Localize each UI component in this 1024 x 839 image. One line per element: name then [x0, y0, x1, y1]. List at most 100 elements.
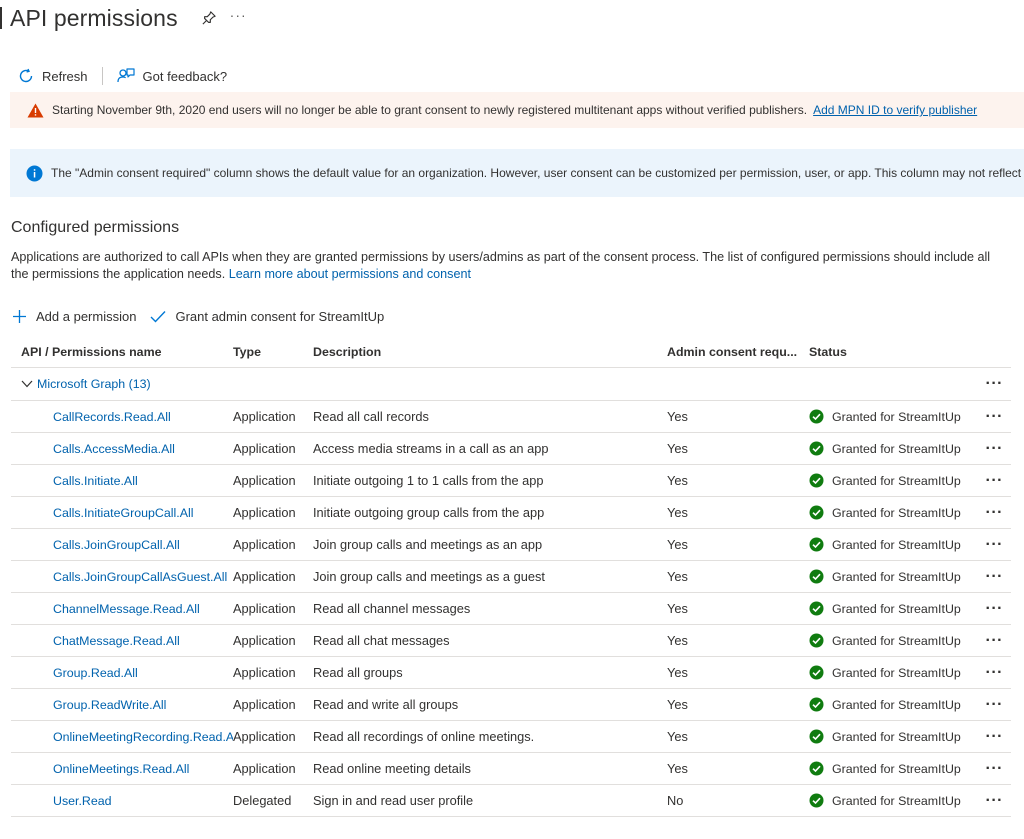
granted-check-icon — [809, 441, 824, 456]
status-cell: Granted for StreamItUp — [809, 633, 1011, 648]
admin-consent-cell: Yes — [667, 697, 688, 712]
permission-type-cell: Application — [233, 601, 296, 616]
status-text: Granted for StreamItUp — [832, 729, 961, 744]
row-more-icon[interactable]: ··· — [986, 401, 1003, 432]
grant-admin-consent-button[interactable]: Grant admin consent for StreamItUp — [150, 309, 384, 324]
row-more-icon[interactable]: ··· — [986, 561, 1003, 592]
row-more-icon[interactable]: ··· — [986, 593, 1003, 624]
row-more-icon[interactable]: ··· — [986, 465, 1003, 496]
table-row[interactable]: Calls.JoinGroupCall.All Application Join g… — [11, 529, 1011, 561]
permission-name-link[interactable]: Group.Read.All — [53, 666, 138, 680]
permission-description-cell: Sign in and read user profile — [313, 793, 474, 808]
row-more-icon[interactable]: ··· — [986, 529, 1003, 560]
col-header-status[interactable]: Status — [809, 345, 1011, 359]
status-cell: Granted for StreamItUp — [809, 729, 1011, 744]
col-header-type[interactable]: Type — [233, 345, 313, 359]
more-icon[interactable]: ··· — [230, 8, 247, 22]
grant-admin-consent-label: Grant admin consent for StreamItUp — [175, 308, 385, 324]
permission-name-cell: Calls.Initiate.All — [11, 473, 233, 488]
col-header-description[interactable]: Description — [313, 345, 667, 359]
table-row[interactable]: Calls.InitiateGroupCall.All Application In… — [11, 497, 1011, 529]
permission-type-cell: Application — [233, 409, 296, 424]
table-row[interactable]: Calls.JoinGroupCallAsGuest.All Applicatio… — [11, 561, 1011, 593]
refresh-button[interactable]: Refresh — [10, 62, 96, 90]
permission-name-link[interactable]: ChatMessage.Read.All — [53, 634, 180, 648]
table-header: API / Permissions name Type Description … — [11, 336, 1011, 368]
add-icon — [13, 309, 26, 323]
warning-icon — [27, 103, 44, 118]
permission-description-cell: Join group calls and meetings as a guest — [313, 569, 545, 584]
permission-name-link[interactable]: Calls.Initiate.All — [53, 474, 138, 488]
row-more-icon[interactable]: ··· — [986, 625, 1003, 656]
permission-name-link[interactable]: ChannelMessage.Read.All — [53, 602, 200, 616]
status-text: Granted for StreamItUp — [832, 697, 961, 712]
permission-name-link[interactable]: Calls.InitiateGroupCall.All — [53, 506, 193, 520]
pin-icon[interactable] — [200, 9, 218, 27]
title-accent — [0, 7, 2, 29]
table-row[interactable]: Group.ReadWrite.All Application Read and w… — [11, 689, 1011, 721]
row-more-icon[interactable]: ··· — [986, 657, 1003, 688]
admin-consent-cell: Yes — [667, 409, 688, 424]
permission-name-link[interactable]: OnlineMeetingRecording.Read.A — [53, 730, 233, 744]
status-text: Granted for StreamItUp — [832, 601, 961, 616]
table-body: CallRecords.Read.All Application Read all … — [11, 401, 1011, 817]
row-more-icon[interactable]: ··· — [986, 721, 1003, 752]
permission-description-cell: Initiate outgoing 1 to 1 calls from the … — [313, 473, 544, 488]
permission-type-cell: Application — [233, 761, 296, 776]
status-text: Granted for StreamItUp — [832, 569, 961, 584]
table-row[interactable]: Calls.Initiate.All Application Initiate ou… — [11, 465, 1011, 497]
status-text: Granted for StreamItUp — [832, 665, 961, 680]
permission-description-cell: Initiate outgoing group calls from the a… — [313, 505, 545, 520]
col-header-name[interactable]: API / Permissions name — [11, 345, 233, 359]
mpn-link[interactable]: Add MPN ID to verify publisher — [813, 103, 977, 117]
refresh-icon — [19, 68, 33, 83]
table-row[interactable]: CallRecords.Read.All Application Read all … — [11, 401, 1011, 433]
table-row[interactable]: OnlineMeetingRecording.Read.A Application… — [11, 721, 1011, 753]
table-row[interactable]: Calls.AccessMedia.All Application Access m… — [11, 433, 1011, 465]
add-permission-button[interactable]: Add a permission — [12, 309, 136, 324]
granted-check-icon — [809, 697, 824, 712]
permission-name-link[interactable]: CallRecords.Read.All — [53, 410, 171, 424]
permission-description-cell: Read all recordings of online meetings. — [313, 729, 535, 744]
table-row[interactable]: User.Read Delegated Sign in and read user … — [11, 785, 1011, 817]
permission-name-link[interactable]: OnlineMeetings.Read.All — [53, 762, 189, 776]
table-row[interactable]: OnlineMeetings.Read.All Application Read o… — [11, 753, 1011, 785]
permission-name-cell: Calls.JoinGroupCallAsGuest.All — [11, 569, 233, 584]
group-more-icon[interactable]: ··· — [986, 368, 1003, 400]
page-title: API permissions — [10, 4, 178, 31]
status-cell: Granted for StreamItUp — [809, 665, 1011, 680]
table-row[interactable]: Group.Read.All Application Read all groups… — [11, 657, 1011, 689]
granted-check-icon — [809, 665, 824, 680]
permission-description-cell: Read all chat messages — [313, 633, 450, 648]
permission-type-cell: Application — [233, 505, 296, 520]
status-cell: Granted for StreamItUp — [809, 793, 1011, 808]
permission-name-cell: OnlineMeetingRecording.Read.A — [11, 729, 233, 744]
row-more-icon[interactable]: ··· — [986, 753, 1003, 784]
title-bar: API permissions ··· — [0, 0, 247, 36]
permission-name-cell: CallRecords.Read.All — [11, 409, 233, 424]
row-more-icon[interactable]: ··· — [986, 497, 1003, 528]
permission-name-link[interactable]: Calls.JoinGroupCallAsGuest.All — [53, 570, 227, 584]
row-more-icon[interactable]: ··· — [986, 785, 1003, 816]
col-header-admin-consent[interactable]: Admin consent requ... — [667, 345, 809, 359]
warning-banner: Starting November 9th, 2020 end users wi… — [10, 92, 1024, 128]
permission-description-cell: Join group calls and meetings as an app — [313, 537, 543, 552]
status-text: Granted for StreamItUp — [832, 793, 961, 808]
permission-name-link[interactable]: Calls.AccessMedia.All — [53, 442, 175, 456]
permission-name-link[interactable]: Group.ReadWrite.All — [53, 698, 166, 712]
learn-more-link[interactable]: Learn more about permissions and consent — [229, 267, 471, 281]
group-toggle[interactable]: Microsoft Graph (13) — [21, 377, 151, 391]
permission-name-link[interactable]: User.Read — [53, 794, 112, 808]
row-more-icon[interactable]: ··· — [986, 433, 1003, 464]
feedback-button[interactable]: Got feedback? — [109, 62, 236, 90]
status-cell: Granted for StreamItUp — [809, 601, 1011, 616]
command-bar: Refresh Got feedback? — [10, 62, 235, 90]
table-row[interactable]: ChatMessage.Read.All Application Read all … — [11, 625, 1011, 657]
permission-name-link[interactable]: Calls.JoinGroupCall.All — [53, 538, 180, 552]
permission-name-cell: Calls.JoinGroupCall.All — [11, 537, 233, 552]
table-row[interactable]: ChannelMessage.Read.All Application Read a… — [11, 593, 1011, 625]
permission-description-cell: Read online meeting details — [313, 761, 471, 776]
permission-type-cell: Application — [233, 569, 296, 584]
granted-check-icon — [809, 473, 824, 488]
row-more-icon[interactable]: ··· — [986, 689, 1003, 720]
